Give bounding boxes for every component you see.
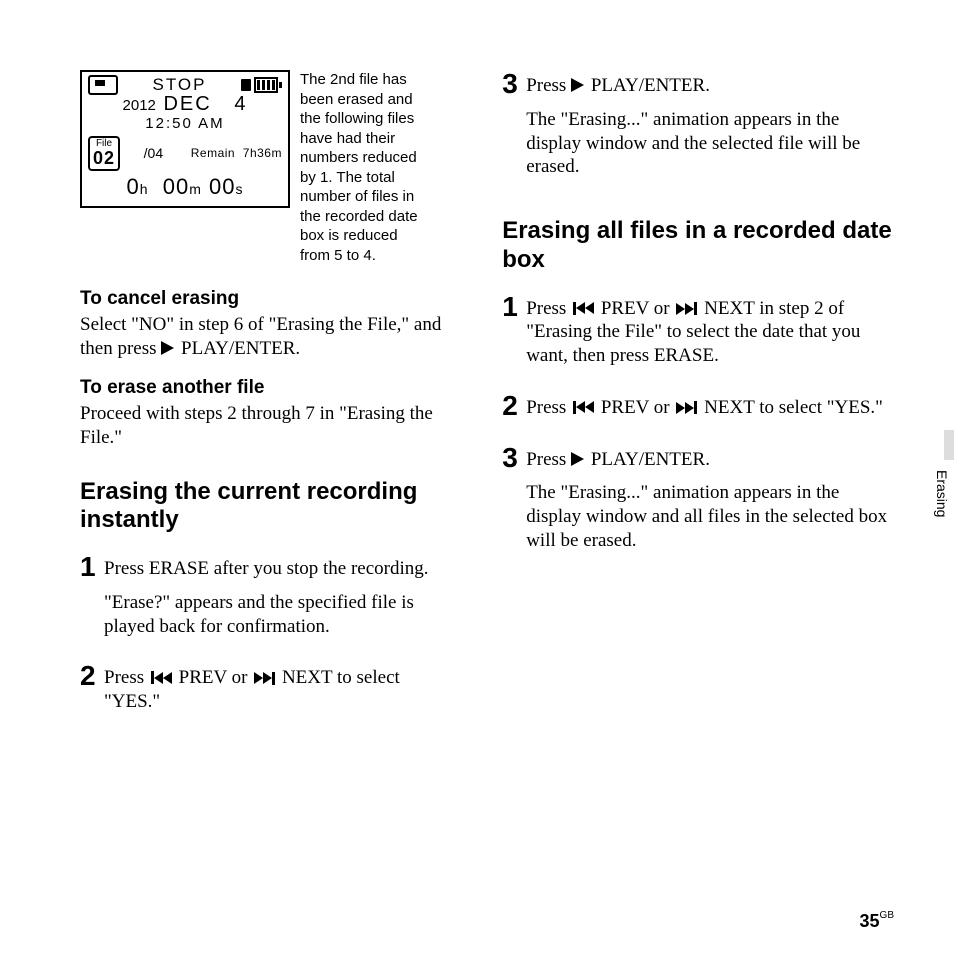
step-body: Press PLAY/ENTER. The "Erasing..." anima… xyxy=(526,70,894,189)
stop-icon xyxy=(88,75,118,95)
step-body: Press PREV or NEXT to select "YES." xyxy=(526,392,894,430)
prev-icon xyxy=(573,401,594,414)
lcd-with-annotation: STOP 2012 DEC 4 12:50 AM File xyxy=(80,70,452,265)
text-fragment: PLAY/ENTER. xyxy=(586,449,710,470)
remain-value: 7h36m xyxy=(243,146,282,160)
unit-s: s xyxy=(236,181,244,197)
lcd-date-row: 2012 DEC 4 xyxy=(88,92,282,117)
elapsed-m: 00 xyxy=(163,174,189,199)
step-text: Press PLAY/ENTER. xyxy=(526,74,894,98)
page-suffix: GB xyxy=(880,910,894,921)
unit-m: m xyxy=(189,181,202,197)
file-indicator: File 02 xyxy=(88,136,120,171)
page-num: 35 xyxy=(860,911,880,931)
lcd-file-row: File 02 /04 Remain 7h36m xyxy=(88,136,282,171)
thumb-tab-stub xyxy=(944,430,954,460)
play-icon xyxy=(161,341,174,355)
text-fragment: Press xyxy=(104,667,149,688)
text-fragment: PLAY/ENTER. xyxy=(586,75,710,96)
lcd-display: STOP 2012 DEC 4 12:50 AM File xyxy=(80,70,290,208)
step-text: The "Erasing..." animation appears in th… xyxy=(526,481,894,552)
step-text: Press PREV or NEXT to select "YES." xyxy=(104,666,452,714)
step-1b: 1 Press PREV or NEXT in step 2 of "Erasi… xyxy=(502,293,894,378)
page-number: 35GB xyxy=(860,910,894,933)
elapsed-s: 00 xyxy=(209,174,235,199)
text-fragment: Press xyxy=(526,449,571,470)
lcd-year: 2012 xyxy=(123,97,156,114)
section-erasing-all: Erasing all files in a recorded date box xyxy=(502,217,894,275)
text-fragment: Press xyxy=(526,75,571,96)
step-body: Press PREV or NEXT to select "YES." xyxy=(104,662,452,724)
left-column: STOP 2012 DEC 4 12:50 AM File xyxy=(80,70,452,738)
play-icon xyxy=(571,452,584,466)
battery-icon xyxy=(241,77,282,93)
step-number: 2 xyxy=(502,392,526,420)
step-3: 3 Press PLAY/ENTER. The "Erasing..." ani… xyxy=(502,70,894,189)
step-body: Press ERASE after you stop the recording… xyxy=(104,553,452,648)
step-3b: 3 Press PLAY/ENTER. The "Erasing..." ani… xyxy=(502,444,894,563)
step-body: Press PREV or NEXT in step 2 of "Erasing… xyxy=(526,293,894,378)
text-fragment: NEXT to select "YES." xyxy=(699,397,883,418)
step-text: Press PREV or NEXT in step 2 of "Erasing… xyxy=(526,297,894,368)
text-fragment: Press xyxy=(526,397,571,418)
step-text: Press PLAY/ENTER. xyxy=(526,448,894,472)
prev-icon xyxy=(151,671,172,684)
step-number: 2 xyxy=(80,662,104,690)
next-icon xyxy=(676,302,697,315)
play-icon xyxy=(571,78,584,92)
step-text: The "Erasing..." animation appears in th… xyxy=(526,108,894,179)
step-text: Press PREV or NEXT to select "YES." xyxy=(526,396,894,420)
two-column-layout: STOP 2012 DEC 4 12:50 AM File xyxy=(80,70,894,738)
step-body: Press PLAY/ENTER. The "Erasing..." anima… xyxy=(526,444,894,563)
file-total: /04 xyxy=(144,145,163,163)
lcd-annotation: The 2nd file has been erased and the fol… xyxy=(300,70,430,265)
step-2: 2 Press PREV or NEXT to select "YES." xyxy=(80,662,452,724)
lcd-time: 12:50 AM xyxy=(88,115,282,134)
unit-h: h xyxy=(140,181,149,197)
right-column: 3 Press PLAY/ENTER. The "Erasing..." ani… xyxy=(502,70,894,738)
lcd-day: 4 xyxy=(234,93,247,115)
step-1: 1 Press ERASE after you stop the recordi… xyxy=(80,553,452,648)
prev-icon xyxy=(573,302,594,315)
step-text: Press ERASE after you stop the recording… xyxy=(104,557,452,581)
lcd-month: DEC xyxy=(163,93,211,115)
step-number: 3 xyxy=(502,444,526,472)
lcd-elapsed: 0h 00m 00s xyxy=(88,173,282,201)
step-number: 3 xyxy=(502,70,526,98)
subhead-erase-another: To erase another file xyxy=(80,376,452,400)
text-fragment: PREV or xyxy=(596,298,674,319)
step-number: 1 xyxy=(502,293,526,321)
section-erasing-current: Erasing the current recording instantly xyxy=(80,478,452,536)
erase-another-body: Proceed with steps 2 through 7 in "Erasi… xyxy=(80,402,452,450)
step-text: "Erase?" appears and the specified file … xyxy=(104,591,452,639)
manual-page: STOP 2012 DEC 4 12:50 AM File xyxy=(0,0,954,954)
next-icon xyxy=(254,672,275,685)
remain-block: Remain 7h36m xyxy=(191,146,282,161)
step-2b: 2 Press PREV or NEXT to select "YES." xyxy=(502,392,894,430)
remain-label: Remain xyxy=(191,146,235,160)
section-label: Erasing xyxy=(933,470,951,517)
text-fragment: PREV or xyxy=(174,667,252,688)
elapsed-h: 0 xyxy=(126,174,139,199)
next-icon xyxy=(676,401,697,414)
cancel-erasing-body: Select "NO" in step 6 of "Erasing the Fi… xyxy=(80,313,452,361)
text-fragment: Press xyxy=(526,298,571,319)
step-number: 1 xyxy=(80,553,104,581)
text-fragment: PREV or xyxy=(596,397,674,418)
file-current: 02 xyxy=(93,148,115,168)
text-fragment: PLAY/ENTER. xyxy=(176,338,300,359)
subhead-cancel-erasing: To cancel erasing xyxy=(80,287,452,311)
